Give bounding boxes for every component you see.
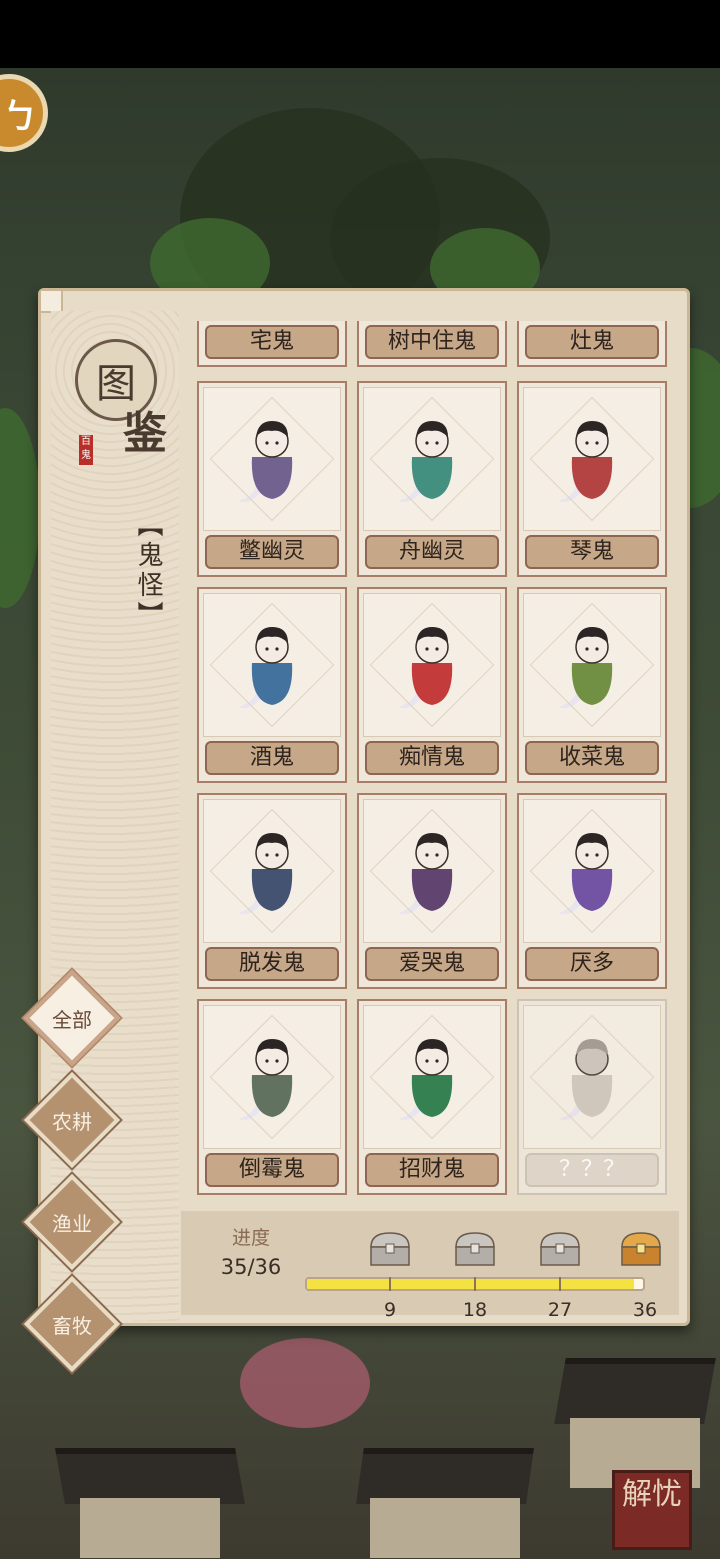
ghost-card-name: 琴鬼	[525, 535, 659, 569]
umbrella-ghost-icon	[398, 627, 453, 708]
rabbit-ghost-icon	[558, 833, 613, 914]
farmer-ghost-icon	[558, 627, 613, 708]
roof-shape	[356, 1448, 534, 1504]
gray-chest-icon[interactable]	[452, 1229, 498, 1269]
ghost-card[interactable]: 痴情鬼	[357, 587, 507, 783]
progress-count: 35/36	[220, 1255, 282, 1279]
ghost-card[interactable]: 宅鬼	[197, 321, 347, 367]
bald-ghost-icon	[238, 833, 293, 914]
gold-chest-icon[interactable]	[618, 1229, 664, 1269]
card-portrait-frame	[203, 387, 341, 531]
roof-shape	[554, 1358, 716, 1424]
ghost-card[interactable]: 倒霉鬼	[197, 999, 347, 1195]
ghost-card[interactable]: 鳖幽灵	[197, 381, 347, 577]
category-label: 【鬼怪】	[133, 511, 163, 631]
milestone-tick	[559, 1277, 561, 1291]
gray-chest-icon[interactable]	[367, 1229, 413, 1269]
blossom-tree-shape	[240, 1338, 370, 1428]
ghost-card-name: 酒鬼	[205, 741, 339, 775]
ghost-card[interactable]: 厌多	[517, 793, 667, 989]
card-portrait-frame	[363, 799, 501, 943]
ghost-card-name: 树中住鬼	[365, 325, 499, 359]
wine-ghost-icon	[238, 627, 293, 708]
tab-label: 农耕	[52, 1110, 92, 1134]
ghost-card[interactable]: 收菜鬼	[517, 587, 667, 783]
zither-ghost-icon	[558, 421, 613, 502]
ghost-card[interactable]: 树中住鬼	[357, 321, 507, 367]
ghost-card[interactable]: 爱哭鬼	[357, 793, 507, 989]
ghost-card-grid[interactable]: 宅鬼 树中住鬼 灶鬼鳖幽灵 舟幽灵 琴鬼酒鬼 痴情鬼 收菜鬼脱发鬼 爱哭鬼 厌多倒霉鬼 招财鬼 ？？…	[181, 321, 679, 1201]
card-portrait-frame	[363, 387, 501, 531]
card-portrait-frame	[203, 799, 341, 943]
card-portrait-frame	[203, 593, 341, 737]
roof-shape	[55, 1448, 245, 1504]
stamp-icon: ㄅ	[3, 96, 37, 137]
wall-shape	[80, 1498, 220, 1558]
card-portrait-frame	[523, 1005, 661, 1149]
ghost-card[interactable]: 琴鬼	[517, 381, 667, 577]
progress-label: 进度	[231, 1227, 270, 1249]
milestone-label: 18	[462, 1299, 488, 1321]
ghost-card-name: 宅鬼	[205, 325, 339, 359]
progress-bar-fill	[307, 1279, 634, 1289]
ghost-card-name: 厌多	[525, 947, 659, 981]
ghost-card[interactable]: 灶鬼	[517, 321, 667, 367]
tab-0[interactable]: 全部	[23, 969, 121, 1067]
milestone-tick	[389, 1277, 391, 1291]
tab-label: 渔业	[52, 1212, 92, 1236]
ghost-card-name: 收菜鬼	[525, 741, 659, 775]
card-portrait-frame	[523, 387, 661, 531]
tree-shape	[0, 408, 40, 608]
milestone-label: 36	[632, 1299, 658, 1321]
codex-title-char-2: 鉴	[123, 408, 167, 459]
crying-ghost-icon	[398, 833, 453, 914]
fortune-ghost-icon	[398, 1039, 453, 1120]
milestone-label: 27	[547, 1299, 573, 1321]
boat-ghost-icon	[398, 421, 453, 502]
codex-panel: 图 鉴 百鬼 【鬼怪】 宅鬼 树中住鬼 灶鬼 鳖幽灵 舟幽灵 琴鬼 酒鬼 痴情鬼 收菜鬼 脱发鬼爱…	[38, 288, 690, 1326]
wall-shape	[370, 1498, 520, 1558]
tab-label: 全部	[52, 1008, 92, 1032]
milestone-tick	[474, 1277, 476, 1291]
ghost-card[interactable]: 脱发鬼	[197, 793, 347, 989]
ghost-card-name: 鳖幽灵	[205, 535, 339, 569]
locked-ghost-icon	[558, 1039, 613, 1120]
card-portrait-frame	[523, 593, 661, 737]
card-portrait-frame	[363, 593, 501, 737]
ghost-card[interactable]: ？？？	[517, 999, 667, 1195]
card-portrait-frame	[523, 799, 661, 943]
ghost-card[interactable]: 舟幽灵	[357, 381, 507, 577]
collection-progress: 进度 35/36 9 18 27 36	[181, 1211, 679, 1321]
ghost-card[interactable]: 酒鬼	[197, 587, 347, 783]
status-bar	[0, 0, 720, 68]
tab-1[interactable]: 农耕	[23, 1071, 121, 1169]
gray-chest-icon[interactable]	[537, 1229, 583, 1269]
tab-3[interactable]: 畜牧	[23, 1275, 121, 1373]
hundred-ghosts-stamp: 百鬼	[79, 435, 93, 465]
unlucky-ghost-icon	[238, 1039, 293, 1120]
ghost-card-name: 舟幽灵	[365, 535, 499, 569]
milestone-label: 9	[383, 1299, 397, 1321]
turtle-ghost-icon	[238, 421, 293, 502]
ghost-card-name: 痴情鬼	[365, 741, 499, 775]
card-portrait-frame	[203, 1005, 341, 1149]
ghost-card-name: 灶鬼	[525, 325, 659, 359]
ghost-card[interactable]: 招财鬼	[357, 999, 507, 1195]
tab-label: 畜牧	[52, 1314, 92, 1338]
ghost-card-name: 招财鬼	[365, 1153, 499, 1187]
ghost-card-name: ？？？	[525, 1153, 659, 1187]
relief-badge[interactable]: 解忧	[612, 1470, 692, 1550]
card-portrait-frame	[363, 1005, 501, 1149]
tab-2[interactable]: 渔业	[23, 1173, 121, 1271]
ghost-card-name: 爱哭鬼	[365, 947, 499, 981]
category-tabs: 全部 农耕 渔业 畜牧	[20, 930, 132, 1373]
ghost-card-name: 脱发鬼	[205, 947, 339, 981]
ghost-card-name: 倒霉鬼	[205, 1153, 339, 1187]
